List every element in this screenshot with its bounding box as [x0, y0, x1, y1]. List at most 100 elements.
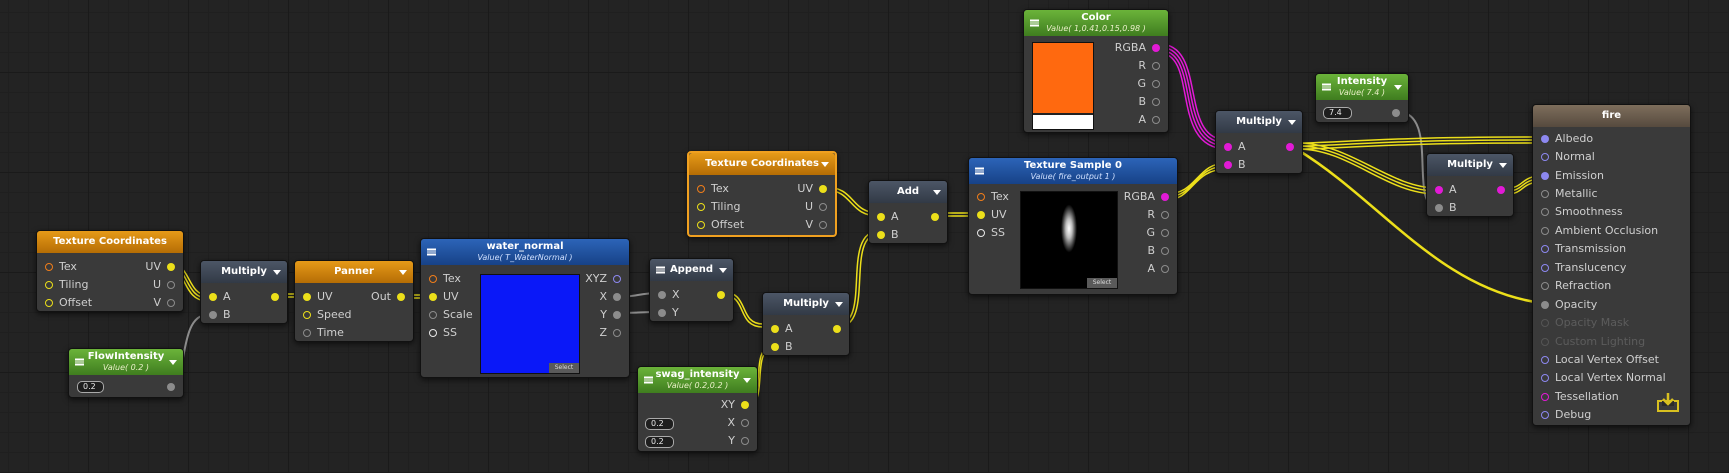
- node-append[interactable]: Append X Y: [649, 258, 734, 322]
- port-dot[interactable]: [877, 213, 885, 221]
- output-y[interactable]: Y: [728, 433, 751, 449]
- output-b[interactable]: B: [1138, 94, 1162, 110]
- node-multiply-3[interactable]: Multiply A B: [1215, 110, 1303, 174]
- input-tex[interactable]: Tex: [975, 189, 1009, 205]
- port-dot[interactable]: [1541, 172, 1549, 180]
- chevron-down-icon[interactable]: [719, 268, 727, 273]
- port-dot[interactable]: [1152, 80, 1160, 88]
- port-dot[interactable]: [613, 275, 621, 283]
- port-dot[interactable]: [771, 343, 779, 351]
- output-r[interactable]: R: [1138, 58, 1162, 74]
- output-uv[interactable]: UV: [797, 181, 829, 197]
- input-albedo[interactable]: Albedo: [1539, 131, 1593, 147]
- input-tiling[interactable]: Tiling: [695, 199, 741, 215]
- input-tessellation[interactable]: Tessellation: [1539, 389, 1619, 405]
- output-rgba[interactable]: RGBA: [1124, 189, 1171, 205]
- input-ambient-occlusion[interactable]: Ambient Occlusion: [1539, 223, 1658, 239]
- port-dot[interactable]: [1286, 143, 1294, 151]
- port-dot[interactable]: [1541, 245, 1549, 253]
- port-dot[interactable]: [1161, 265, 1169, 273]
- node-panner[interactable]: Panner UV Speed Time Out: [294, 260, 414, 342]
- node-flow-intensity[interactable]: FlowIntensity Value( 0.2 ) 0.2: [68, 348, 184, 398]
- output-u[interactable]: U: [153, 277, 177, 293]
- port-dot[interactable]: [819, 185, 827, 193]
- node-swag-intensity[interactable]: swag_intensity Value( 0.2,0.2 ) XY 0.2 X…: [637, 366, 758, 452]
- save-icon[interactable]: [1657, 392, 1679, 412]
- menu-icon[interactable]: [1322, 83, 1331, 91]
- menu-icon[interactable]: [427, 248, 436, 256]
- input-b[interactable]: B: [769, 339, 793, 355]
- port-dot[interactable]: [697, 185, 705, 193]
- node-header[interactable]: water_normal Value( T_WaterNormal ): [421, 239, 629, 265]
- port-dot[interactable]: [658, 291, 666, 299]
- menu-icon[interactable]: [656, 266, 665, 274]
- chevron-down-icon[interactable]: [821, 162, 829, 167]
- texture-preview[interactable]: Select: [1020, 191, 1118, 289]
- output[interactable]: [1491, 182, 1507, 198]
- port-dot[interactable]: [1392, 109, 1400, 117]
- port-dot[interactable]: [1161, 247, 1169, 255]
- input-debug[interactable]: Debug: [1539, 407, 1591, 423]
- port-dot[interactable]: [167, 383, 175, 391]
- node-texture-sample-0[interactable]: Texture Sample 0 Value( fire_output 1 ) …: [968, 157, 1178, 295]
- output[interactable]: [265, 289, 281, 305]
- port-dot[interactable]: [1161, 229, 1169, 237]
- input-a[interactable]: A: [207, 289, 231, 305]
- port-dot[interactable]: [1152, 116, 1160, 124]
- input-refraction[interactable]: Refraction: [1539, 278, 1611, 294]
- node-header[interactable]: Intensity Value( 7.4 ): [1316, 74, 1408, 100]
- node-header[interactable]: Texture Sample 0 Value( fire_output 1 ): [969, 158, 1177, 184]
- node-header[interactable]: Multiply: [201, 261, 287, 283]
- output-xy[interactable]: XY: [721, 397, 751, 413]
- node-texture-coordinates-2[interactable]: Texture Coordinates Tex Tiling Offset UV…: [687, 151, 837, 237]
- port-dot[interactable]: [209, 311, 217, 319]
- port-dot[interactable]: [1541, 153, 1549, 161]
- port-dot[interactable]: [1435, 204, 1443, 212]
- node-header[interactable]: swag_intensity Value( 0.2,0.2 ): [638, 367, 757, 393]
- input-ss[interactable]: SS: [975, 225, 1005, 241]
- node-fire-output[interactable]: fire Albedo Normal Emission Metallic Smo…: [1532, 104, 1691, 426]
- input-y[interactable]: Y: [656, 305, 679, 321]
- output-a[interactable]: A: [1147, 261, 1171, 277]
- port-dot[interactable]: [977, 193, 985, 201]
- output-a[interactable]: A: [1138, 112, 1162, 128]
- input-speed[interactable]: Speed: [301, 307, 351, 323]
- port-dot[interactable]: [167, 281, 175, 289]
- node-header[interactable]: Texture Coordinates: [37, 231, 183, 253]
- port-dot[interactable]: [45, 263, 53, 271]
- chevron-down-icon[interactable]: [273, 270, 281, 275]
- output-xyz[interactable]: XYZ: [585, 271, 623, 287]
- node-intensity[interactable]: Intensity Value( 7.4 ) 7.4: [1315, 73, 1409, 123]
- input-tex[interactable]: Tex: [427, 271, 461, 287]
- output-value[interactable]: [1386, 105, 1402, 121]
- input-offset[interactable]: Offset: [43, 295, 92, 311]
- port-dot[interactable]: [717, 291, 725, 299]
- output-rgba[interactable]: RGBA: [1115, 40, 1162, 56]
- input-b[interactable]: B: [207, 307, 231, 323]
- value-field[interactable]: 7.4: [1323, 107, 1352, 119]
- port-dot[interactable]: [833, 325, 841, 333]
- output-z[interactable]: Z: [599, 325, 623, 341]
- port-dot[interactable]: [771, 325, 779, 333]
- port-dot[interactable]: [429, 275, 437, 283]
- chevron-down-icon[interactable]: [169, 360, 177, 365]
- port-dot[interactable]: [1224, 161, 1232, 169]
- input-a[interactable]: A: [1433, 182, 1457, 198]
- output[interactable]: [711, 287, 727, 303]
- input-b[interactable]: B: [1433, 200, 1457, 216]
- port-dot[interactable]: [45, 281, 53, 289]
- port-dot[interactable]: [741, 437, 749, 445]
- node-water-normal[interactable]: water_normal Value( T_WaterNormal ) Tex …: [420, 238, 630, 378]
- node-header[interactable]: Multiply: [1216, 111, 1302, 133]
- input-opacity[interactable]: Opacity: [1539, 297, 1597, 313]
- node-header[interactable]: FlowIntensity Value( 0.2 ): [69, 349, 183, 375]
- port-dot[interactable]: [1224, 143, 1232, 151]
- input-tiling[interactable]: Tiling: [43, 277, 89, 293]
- port-dot[interactable]: [1541, 393, 1549, 401]
- input-tex[interactable]: Tex: [43, 259, 77, 275]
- port-dot[interactable]: [1541, 190, 1549, 198]
- chevron-down-icon[interactable]: [835, 302, 843, 307]
- port-dot[interactable]: [397, 293, 405, 301]
- port-dot[interactable]: [977, 211, 985, 219]
- chevron-down-icon[interactable]: [933, 190, 941, 195]
